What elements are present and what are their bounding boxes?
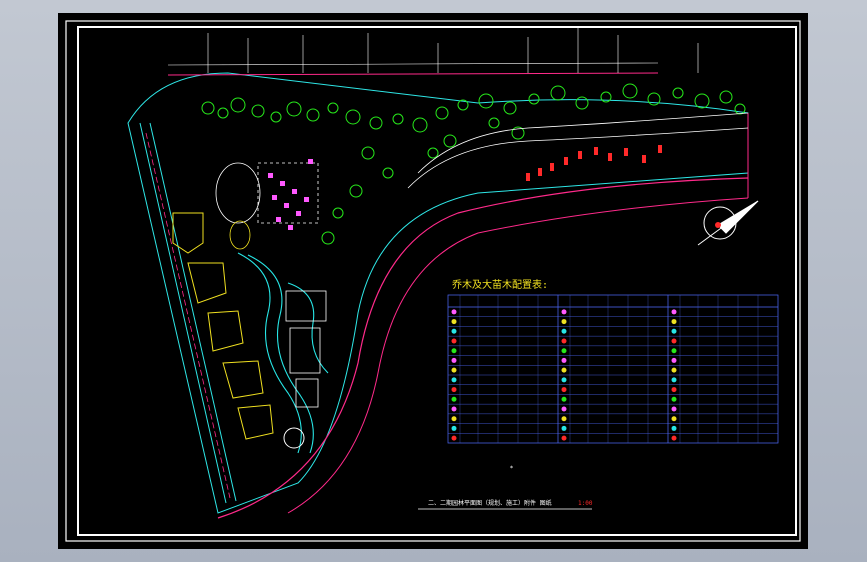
plaza-elements: [215, 162, 319, 250]
table-legend-symbol: [451, 319, 457, 325]
footer-scale: 1:00: [578, 500, 593, 507]
table-legend-symbol: [671, 348, 677, 354]
table-legend-symbol: [451, 377, 457, 383]
table-legend-symbol: [451, 338, 457, 344]
table-legend-symbol: [671, 309, 677, 315]
plant-table-cols: [459, 295, 759, 443]
plant-table-rows: [448, 309, 778, 441]
center-mark: *: [510, 465, 513, 472]
table-legend-symbol: [561, 309, 567, 315]
table-title: 乔木及大苗木配置表:: [452, 278, 548, 291]
table-legend-symbol: [451, 367, 457, 373]
site-plan-drawing: 乔木及大苗木配置表: 二、二期园林平面图（规划、施工）附件 图纸 1:00 *: [65, 20, 801, 542]
table-legend-symbol: [671, 435, 677, 441]
footer-title: 二、二期园林平面图（规划、施工）附件 图纸: [428, 499, 552, 507]
cad-drawing-viewport[interactable]: 乔木及大苗木配置表: 二、二期园林平面图（规划、施工）附件 图纸 1:00 *: [58, 13, 808, 549]
building-block-center: [285, 290, 327, 408]
red-tree-row: [526, 145, 662, 181]
table-legend-symbol: [451, 348, 457, 354]
table-legend-symbol: [561, 425, 567, 431]
table-legend-symbol: [671, 416, 677, 422]
table-legend-symbol: [451, 396, 457, 402]
table-legend-symbol: [561, 377, 567, 383]
table-legend-symbol: [671, 387, 677, 393]
table-legend-symbol: [451, 416, 457, 422]
top-dimension-line: [167, 62, 659, 66]
table-legend-symbol: [671, 319, 677, 325]
table-legend-symbol: [451, 406, 457, 412]
north-arrow-icon: [697, 200, 759, 246]
plant-table: [447, 294, 779, 444]
tree-planting-band: [201, 83, 746, 245]
table-legend-symbol: [561, 319, 567, 325]
site-boundary: [127, 72, 749, 514]
table-legend-symbol: [671, 396, 677, 402]
walkway-curve: [417, 112, 749, 174]
table-legend-symbol: [671, 406, 677, 412]
table-legend-symbol: [561, 387, 567, 393]
road-curve-outer: [217, 177, 749, 519]
table-legend-symbol: [451, 309, 457, 315]
top-road-edge: [167, 72, 659, 76]
table-legend-symbol: [451, 435, 457, 441]
table-legend-symbol: [561, 406, 567, 412]
top-labels: [207, 28, 699, 73]
residential-buildings: [172, 212, 274, 440]
table-legend-symbol: [561, 435, 567, 441]
left-road-center: [145, 132, 231, 499]
table-legend-symbol: [671, 367, 677, 373]
table-legend-symbol: [451, 357, 457, 363]
table-legend-symbol: [671, 338, 677, 344]
table-legend-symbol: [671, 377, 677, 383]
table-legend-symbol: [561, 328, 567, 334]
table-legend-symbol: [451, 425, 457, 431]
water-feature: [237, 252, 329, 454]
table-legend-symbol: [671, 425, 677, 431]
table-legend-symbol: [561, 338, 567, 344]
table-legend-symbol: [561, 348, 567, 354]
table-legend-symbol: [451, 328, 457, 334]
table-legend-symbol: [561, 367, 567, 373]
table-legend-symbol: [671, 328, 677, 334]
table-legend-symbol: [561, 416, 567, 422]
table-legend-symbol: [451, 387, 457, 393]
plaza-grid: [268, 159, 313, 230]
table-legend-symbol: [561, 357, 567, 363]
table-legend-symbol: [561, 396, 567, 402]
table-legend-symbol: [671, 357, 677, 363]
